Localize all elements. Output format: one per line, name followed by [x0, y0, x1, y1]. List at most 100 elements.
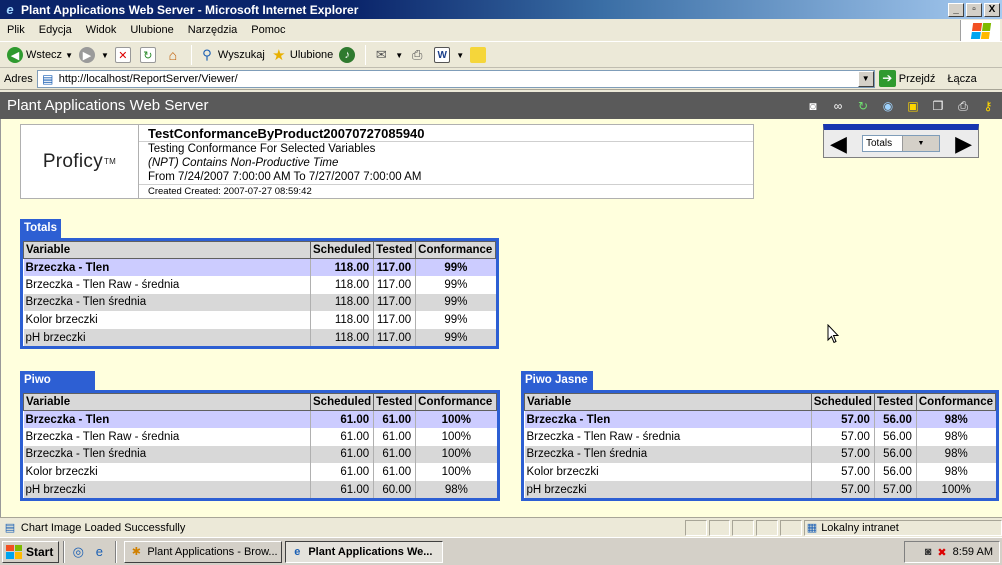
- cell-tested: 56.00: [873, 428, 917, 446]
- address-input[interactable]: ▤ http://localhost/ReportServer/Viewer/ …: [36, 69, 875, 88]
- cell-conformance: 100%: [415, 463, 497, 481]
- messenger-button[interactable]: [467, 44, 492, 66]
- start-button[interactable]: Start: [2, 540, 60, 563]
- back-button[interactable]: ◀ Wstecz ▼: [4, 44, 76, 66]
- print-button[interactable]: ⎙: [406, 44, 431, 66]
- close-button[interactable]: X: [984, 2, 1000, 17]
- taskbar-item-web-server[interactable]: e Plant Applications We...: [285, 540, 444, 563]
- menu-favorites[interactable]: Ulubione: [123, 24, 180, 36]
- cell-variable: Brzeczka - Tlen średnia: [23, 445, 311, 464]
- clock[interactable]: 8:59 AM: [953, 546, 993, 558]
- col-tested: Tested: [873, 393, 917, 411]
- report-content: Proficy TM TestConformanceByProduct200707…: [0, 119, 1002, 517]
- cell-scheduled: 61.00: [309, 410, 374, 429]
- table-row: Brzeczka - Tlen średnia 61.00 61.00 100%: [23, 445, 497, 464]
- address-url[interactable]: http://localhost/ReportServer/Viewer/: [59, 73, 858, 85]
- menu-bar: Plik Edycja Widok Ulubione Narzędzia Pom…: [0, 19, 1002, 42]
- folders-icon[interactable]: ▣: [905, 98, 921, 114]
- copy-icon[interactable]: ❐: [930, 98, 946, 114]
- menu-help[interactable]: Pomoc: [244, 24, 292, 36]
- table-row: Kolor brzeczki 118.00 117.00 99%: [23, 311, 496, 329]
- back-dropdown-icon[interactable]: ▼: [65, 51, 73, 60]
- cell-tested: 61.00: [373, 410, 416, 429]
- col-conformance: Conformance: [915, 393, 997, 411]
- cell-conformance: 99%: [415, 311, 496, 329]
- taskbar-item-browser[interactable]: ✱ Plant Applications - Brow...: [124, 540, 283, 563]
- next-section-arrow-icon[interactable]: ▶: [955, 132, 972, 155]
- page-icon: ▤: [42, 71, 54, 86]
- cell-scheduled: 61.00: [309, 428, 374, 446]
- col-variable: Variable: [524, 393, 812, 411]
- tray-camera-icon[interactable]: ◙: [925, 546, 932, 558]
- cell-variable: Brzeczka - Tlen Raw - średnia: [23, 428, 311, 446]
- cell-variable: Brzeczka - Tlen: [524, 410, 812, 429]
- status-bar: ▤ Chart Image Loaded Successfully ▦ Loka…: [0, 517, 1002, 537]
- section-dropdown-icon[interactable]: ▼: [902, 136, 939, 151]
- refresh-report-icon[interactable]: ↻: [855, 98, 871, 114]
- start-flag-icon: [6, 544, 22, 559]
- address-bar: Adres ▤ http://localhost/ReportServer/Vi…: [0, 68, 1002, 90]
- forward-button[interactable]: ▶ ▼: [76, 44, 112, 66]
- mail-button[interactable]: ✉ ▼: [370, 44, 406, 66]
- minimize-button[interactable]: _: [948, 2, 964, 17]
- globe-icon[interactable]: ◉: [880, 98, 896, 114]
- stop-button[interactable]: ✕: [112, 44, 137, 66]
- cell-variable: Kolor brzeczki: [23, 311, 311, 329]
- quicklaunch-app-icon[interactable]: ◎: [69, 543, 87, 561]
- edit-dropdown-icon[interactable]: ▼: [456, 51, 464, 60]
- cell-conformance: 99%: [415, 328, 496, 347]
- table-row: Brzeczka - Tlen Raw - średnia 118.00 117.0…: [23, 276, 496, 294]
- binoculars-icon[interactable]: ∞: [830, 98, 846, 114]
- col-conformance: Conformance: [415, 241, 496, 259]
- cell-variable: Kolor brzeczki: [524, 463, 812, 481]
- taskbar: Start ◎ e ✱ Plant Applications - Brow...…: [0, 537, 1002, 565]
- start-label: Start: [26, 544, 54, 559]
- col-conformance: Conformance: [415, 393, 497, 411]
- address-dropdown-icon[interactable]: ▼: [857, 70, 874, 87]
- cell-scheduled: 57.00: [810, 445, 875, 464]
- intranet-icon: ▦: [806, 522, 818, 534]
- prev-section-arrow-icon[interactable]: ◀: [830, 132, 847, 155]
- camera-icon[interactable]: ◙: [805, 98, 821, 114]
- totals-table: Variable Scheduled Tested Conformance Br…: [23, 241, 496, 347]
- report-range: From 7/24/2007 7:00:00 AM To 7/27/2007 7…: [148, 171, 422, 183]
- cell-variable: pH brzeczki: [23, 328, 311, 347]
- standard-toolbar: ◀ Wstecz ▼ ▶ ▼ ✕ ↻ ⌂ ⚲ Wyszukaj ★ Ulubio…: [0, 43, 1002, 68]
- section-select-value: Totals: [866, 138, 893, 149]
- favorites-button[interactable]: ★ Ulubione: [268, 44, 336, 66]
- print-report-icon[interactable]: ⎙: [955, 98, 971, 114]
- col-tested: Tested: [373, 241, 417, 259]
- search-button[interactable]: ⚲ Wyszukaj: [196, 44, 268, 66]
- key-icon[interactable]: ⚷: [980, 98, 996, 114]
- media-icon: ♪: [339, 47, 356, 63]
- search-label: Wyszukaj: [217, 49, 265, 61]
- viewer-title: Plant Applications Web Server: [7, 97, 209, 114]
- menu-file[interactable]: Plik: [0, 24, 32, 36]
- cell-conformance: 99%: [415, 293, 496, 312]
- go-button[interactable]: ➔ Przejdź: [878, 70, 935, 87]
- table-row: Brzeczka - Tlen średnia 57.00 56.00 98%: [524, 445, 996, 464]
- piwo-table-frame: Variable Scheduled Tested Conformance Br…: [20, 390, 500, 502]
- menu-tools[interactable]: Narzędzia: [181, 24, 245, 36]
- cell-scheduled: 118.00: [309, 328, 374, 347]
- home-button[interactable]: ⌂: [162, 44, 187, 66]
- cell-tested: 61.00: [373, 463, 416, 481]
- section-select[interactable]: Totals ▼: [862, 135, 940, 152]
- security-zone[interactable]: ▦ Lokalny intranet: [803, 519, 1002, 536]
- mail-dropdown-icon[interactable]: ▼: [395, 51, 403, 60]
- media-button[interactable]: ♪: [336, 44, 361, 66]
- edit-word-button[interactable]: W ▼: [431, 44, 467, 66]
- refresh-button[interactable]: ↻: [137, 44, 162, 66]
- forward-dropdown-icon[interactable]: ▼: [101, 51, 109, 60]
- menu-edit[interactable]: Edycja: [32, 24, 79, 36]
- restore-button[interactable]: ▫: [966, 2, 982, 17]
- viewer-toolbar: ◙ ∞ ↻ ◉ ▣ ❐ ⎙ ⚷: [805, 98, 996, 114]
- links-button[interactable]: Łącza: [947, 73, 976, 85]
- window-title-bar[interactable]: e Plant Applications Web Server - Micros…: [0, 0, 1002, 19]
- cell-variable: pH brzeczki: [524, 480, 812, 499]
- tray-network-icon[interactable]: ✖: [937, 546, 946, 559]
- quicklaunch-ie-icon[interactable]: e: [90, 543, 108, 561]
- cell-variable: pH brzeczki: [23, 480, 311, 499]
- cell-scheduled: 118.00: [309, 276, 374, 294]
- menu-view[interactable]: Widok: [79, 24, 124, 36]
